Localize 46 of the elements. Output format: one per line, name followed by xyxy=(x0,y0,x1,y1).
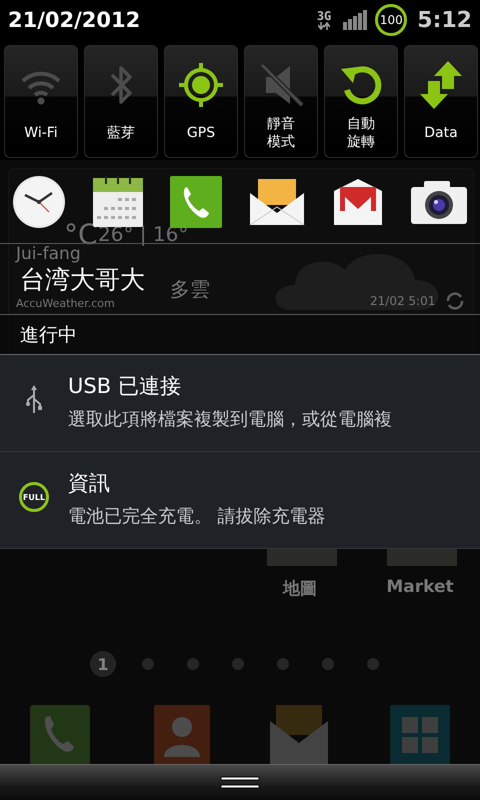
phone-icon[interactable] xyxy=(170,176,222,228)
muted-speaker-icon xyxy=(258,63,304,107)
notification-item[interactable]: FULL 資訊 電池已完全充電。 請拔除充電器 xyxy=(0,452,480,549)
weather-condition: 多雲 xyxy=(170,276,210,303)
page-dot[interactable] xyxy=(187,658,199,670)
signal-icon xyxy=(343,10,368,30)
quick-toggle[interactable]: Data xyxy=(404,45,478,158)
drag-handle-icon xyxy=(220,776,260,790)
network-type: 3G xyxy=(316,10,332,22)
clock-icon[interactable] xyxy=(12,174,66,228)
weather-location: Jui-fang xyxy=(16,244,81,264)
gmail-envelope-icon[interactable] xyxy=(332,176,384,226)
app-grid-icon xyxy=(390,705,450,765)
weather-updated-time: 21/02 5:01 xyxy=(370,294,436,308)
carrier-name: 台湾大哥大 xyxy=(20,264,145,296)
app-label: 地圖 xyxy=(282,578,318,600)
section-header: 進行中 xyxy=(20,322,77,348)
notification-text: 選取此項將檔案複製到電腦，或從電腦複 xyxy=(68,408,392,431)
app-label: Market xyxy=(385,577,455,597)
notification-title: 資訊 xyxy=(68,470,111,497)
notification-title: USB 已連接 xyxy=(68,373,182,400)
weather-source: AccuWeather.com xyxy=(16,297,115,310)
camera-icon[interactable] xyxy=(410,178,468,224)
page-dot[interactable] xyxy=(367,658,379,670)
battery-level: 100 xyxy=(375,4,408,36)
data-activity-icon xyxy=(318,22,330,30)
quick-toggle[interactable]: Wi-Fi xyxy=(4,45,78,158)
status-date: 21/02/2012 xyxy=(8,8,142,32)
battery-full-icon: FULL xyxy=(19,482,49,512)
status-time: 5:12 xyxy=(417,8,472,32)
quick-toggle[interactable]: GPS xyxy=(164,45,238,158)
up-down-arrows-icon xyxy=(418,59,464,111)
envelope-icon[interactable] xyxy=(248,176,306,226)
notification-text: 電池已完全充電。 請拔除充電器 xyxy=(68,505,326,528)
page-dot[interactable] xyxy=(322,658,334,670)
quick-toggle[interactable]: 自動 旋轉 xyxy=(324,45,398,158)
quick-toggle[interactable]: 靜音 模式 xyxy=(244,45,318,158)
usb-icon xyxy=(24,385,44,415)
gps-icon xyxy=(177,61,225,109)
refresh-icon xyxy=(444,290,466,312)
quick-toggle[interactable]: 藍芽 xyxy=(84,45,158,158)
page-dot[interactable] xyxy=(277,658,289,670)
page-indicator[interactable]: 1 xyxy=(90,651,116,677)
page-dot[interactable] xyxy=(232,658,244,670)
page-dot[interactable] xyxy=(142,658,154,670)
notification-item[interactable]: USB 已連接 選取此項將檔案複製到電腦，或從電腦複 xyxy=(0,355,480,452)
